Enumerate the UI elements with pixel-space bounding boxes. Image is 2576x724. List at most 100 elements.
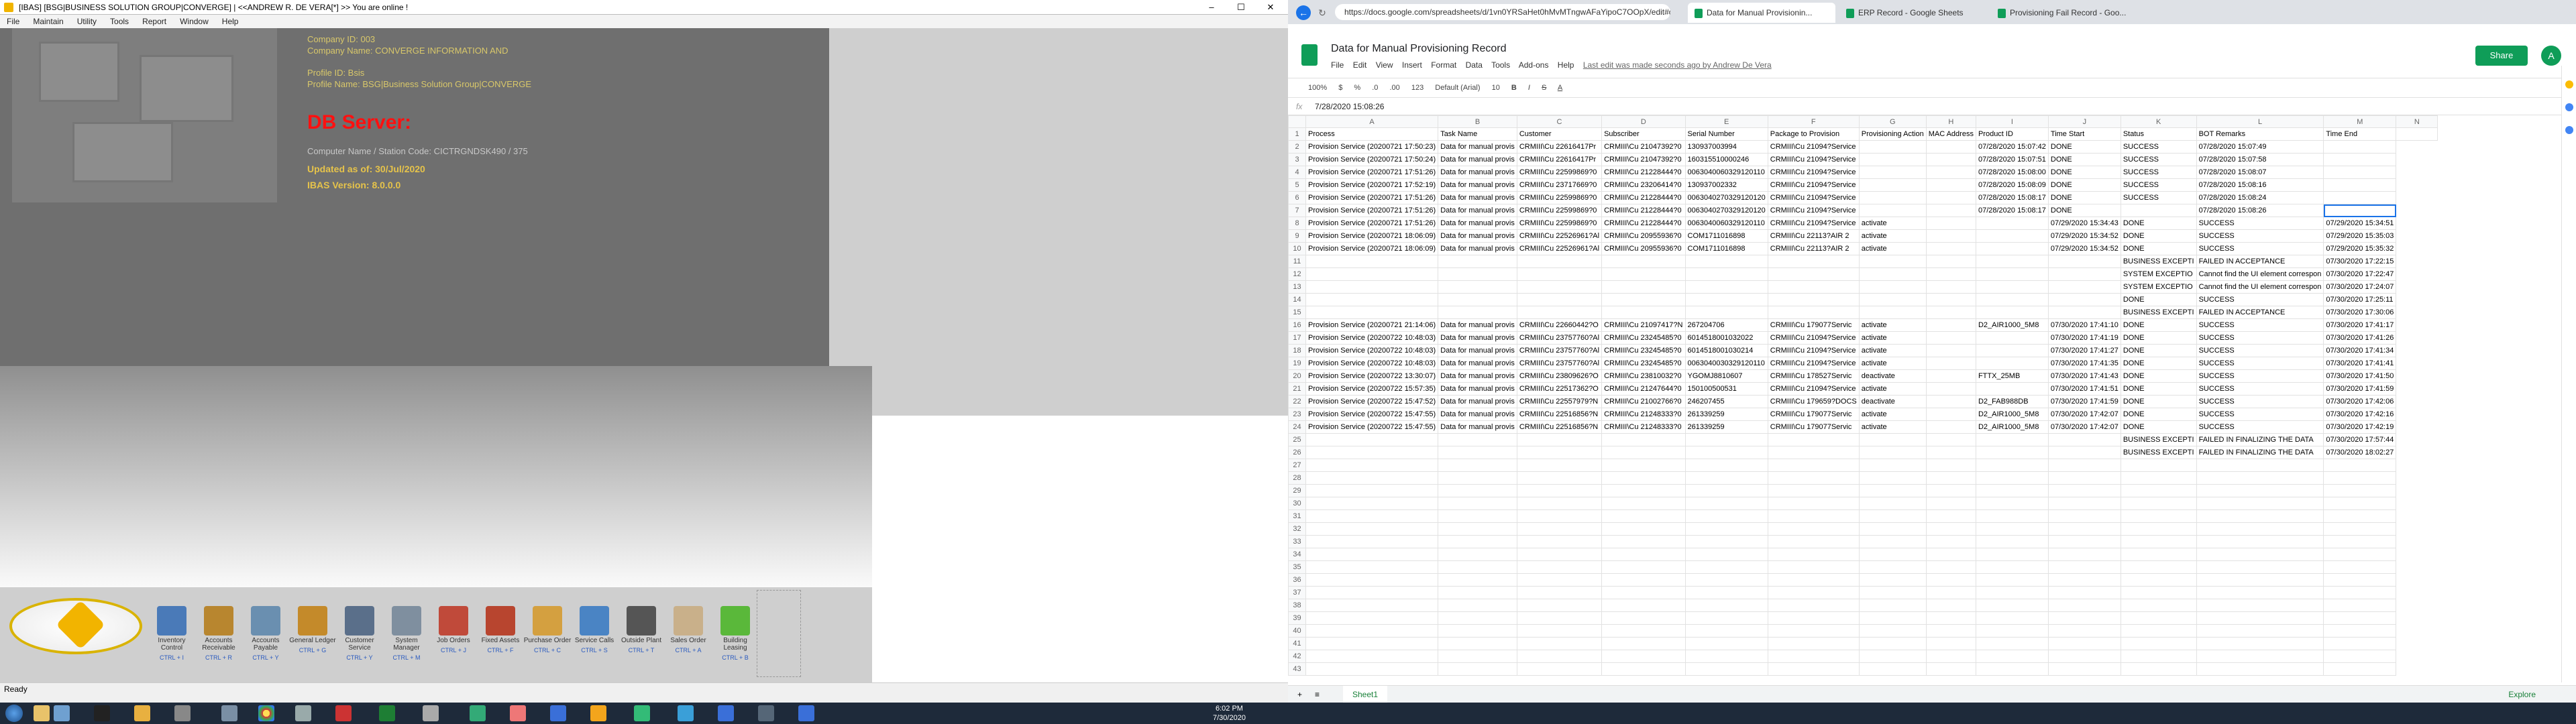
table-cell[interactable] <box>1767 522 1860 536</box>
row-number[interactable]: 8 <box>1288 217 1306 230</box>
table-cell[interactable]: 07/30/2020 18:02:27 <box>2323 446 2397 459</box>
table-cell[interactable] <box>1858 446 1927 459</box>
table-cell[interactable]: Provision Service (20200721 17:50:24) <box>1305 153 1439 166</box>
table-cell[interactable]: COM1711016898 <box>1684 242 1768 255</box>
table-cell[interactable] <box>1975 255 2049 268</box>
column-header-l[interactable]: L <box>2196 115 2324 128</box>
ie-icon[interactable] <box>678 705 694 721</box>
table-cell[interactable] <box>1767 484 1860 497</box>
row-number[interactable]: 39 <box>1288 611 1306 625</box>
table-cell[interactable] <box>1858 497 1927 510</box>
header-cell[interactable]: Task Name <box>1438 127 1517 141</box>
table-cell[interactable] <box>1858 166 1927 179</box>
table-cell[interactable] <box>2047 522 2121 536</box>
table-cell[interactable] <box>2196 662 2324 676</box>
table-cell[interactable] <box>1858 522 1927 536</box>
table-cell[interactable]: 07/28/2020 15:08:24 <box>2196 191 2324 204</box>
table-cell[interactable] <box>1684 573 1768 587</box>
table-cell[interactable] <box>1438 522 1517 536</box>
table-cell[interactable] <box>1516 280 1603 294</box>
table-cell[interactable]: D2_AIR1000_5M8 <box>1975 420 2049 434</box>
table-cell[interactable] <box>1601 662 1686 676</box>
table-cell[interactable] <box>1925 611 1976 625</box>
row-number[interactable]: 29 <box>1288 484 1306 497</box>
table-cell[interactable]: Provision Service (20200721 17:50:23) <box>1305 140 1439 154</box>
table-cell[interactable]: Data for manual provis <box>1438 357 1517 370</box>
table-cell[interactable]: Data for manual provis <box>1438 166 1517 179</box>
table-cell[interactable] <box>2196 522 2324 536</box>
table-cell[interactable]: 267204706 <box>1684 318 1768 332</box>
table-cell[interactable] <box>2047 650 2121 663</box>
table-cell[interactable] <box>1601 280 1686 294</box>
table-cell[interactable]: 150100500531 <box>1684 382 1768 396</box>
row-number[interactable]: 18 <box>1288 344 1306 357</box>
table-cell[interactable]: Provision Service (20200722 10:48:03) <box>1305 331 1439 345</box>
column-header-k[interactable]: K <box>2120 115 2197 128</box>
text-color-button[interactable]: A <box>1558 84 1562 92</box>
table-cell[interactable]: 07/30/2020 17:22:15 <box>2323 255 2397 268</box>
table-cell[interactable] <box>1975 357 2049 370</box>
table-cell[interactable]: Data for manual provis <box>1438 217 1517 230</box>
table-cell[interactable] <box>1516 573 1603 587</box>
explorer-icon[interactable] <box>34 705 50 721</box>
table-cell[interactable] <box>1438 650 1517 663</box>
table-cell[interactable] <box>2120 650 2197 663</box>
table-cell[interactable] <box>1516 624 1603 638</box>
table-cell[interactable]: DONE <box>2120 420 2197 434</box>
table-cell[interactable] <box>1516 650 1603 663</box>
table-cell[interactable] <box>1925 560 1976 574</box>
table-cell[interactable] <box>1305 280 1439 294</box>
table-cell[interactable] <box>1601 599 1686 612</box>
table-cell[interactable] <box>1858 471 1927 485</box>
table-cell[interactable]: SUCCESS <box>2196 293 2324 306</box>
row-number[interactable]: 38 <box>1288 599 1306 612</box>
table-cell[interactable] <box>2120 471 2197 485</box>
all-sheets-icon[interactable]: ≡ <box>1315 686 1320 703</box>
table-cell[interactable] <box>1975 522 2049 536</box>
table-cell[interactable] <box>2196 599 2324 612</box>
row-number[interactable]: 43 <box>1288 662 1306 676</box>
table-cell[interactable] <box>1975 344 2049 357</box>
table-cell[interactable]: CRMIII\Cu 21094?Service <box>1767 166 1860 179</box>
table-cell[interactable]: 130937003994 <box>1684 140 1768 154</box>
bold-button[interactable]: B <box>1511 84 1517 92</box>
table-cell[interactable] <box>1925 191 1976 204</box>
row-number[interactable]: 30 <box>1288 497 1306 510</box>
module-customer-service-button[interactable]: Customer Service CTRL + Y <box>335 606 384 661</box>
table-cell[interactable] <box>1925 293 1976 306</box>
table-cell[interactable]: 07/29/2020 15:35:03 <box>2323 229 2397 243</box>
table-cell[interactable]: DONE <box>2120 369 2197 383</box>
table-cell[interactable]: SUCCESS <box>2196 242 2324 255</box>
table-cell[interactable] <box>1975 229 2049 243</box>
table-cell[interactable] <box>1975 637 2049 650</box>
table-cell[interactable]: CRMIII\Cu 22599869?0 <box>1516 191 1603 204</box>
table-cell[interactable] <box>2323 611 2397 625</box>
row-number[interactable]: 37 <box>1288 586 1306 599</box>
table-cell[interactable] <box>1305 535 1439 548</box>
table-cell[interactable]: 07/30/2020 17:41:59 <box>2047 395 2121 408</box>
table-cell[interactable]: CRMIII\Cu 22599869?0 <box>1516 166 1603 179</box>
table-cell[interactable] <box>1305 446 1439 459</box>
table-cell[interactable] <box>2323 522 2397 536</box>
table-cell[interactable] <box>1438 459 1517 472</box>
table-cell[interactable] <box>2323 599 2397 612</box>
header-cell[interactable]: Time Start <box>2047 127 2121 141</box>
module-sales-order-button[interactable]: Sales Order CTRL + A <box>664 606 712 654</box>
table-cell[interactable] <box>1767 611 1860 625</box>
table-cell[interactable] <box>1305 306 1439 319</box>
table-cell[interactable]: CRMIII\Cu 22557979?N <box>1516 395 1603 408</box>
row-number[interactable]: 13 <box>1288 280 1306 294</box>
table-cell[interactable]: CRMIII\Cu 21228444?0 <box>1601 191 1686 204</box>
table-cell[interactable] <box>1684 471 1768 485</box>
table-cell[interactable]: SUCCESS <box>2196 408 2324 421</box>
table-cell[interactable]: DONE <box>2120 229 2197 243</box>
table-cell[interactable] <box>1438 611 1517 625</box>
table-cell[interactable] <box>1925 255 1976 268</box>
table-cell[interactable] <box>1767 459 1860 472</box>
table-cell[interactable] <box>1925 306 1976 319</box>
menu-tools[interactable]: Tools <box>1491 60 1510 70</box>
table-cell[interactable] <box>1438 637 1517 650</box>
table-cell[interactable]: Provision Service (20200721 21:14:06) <box>1305 318 1439 332</box>
row-number[interactable]: 23 <box>1288 408 1306 421</box>
avatar[interactable]: A <box>2541 46 2561 66</box>
